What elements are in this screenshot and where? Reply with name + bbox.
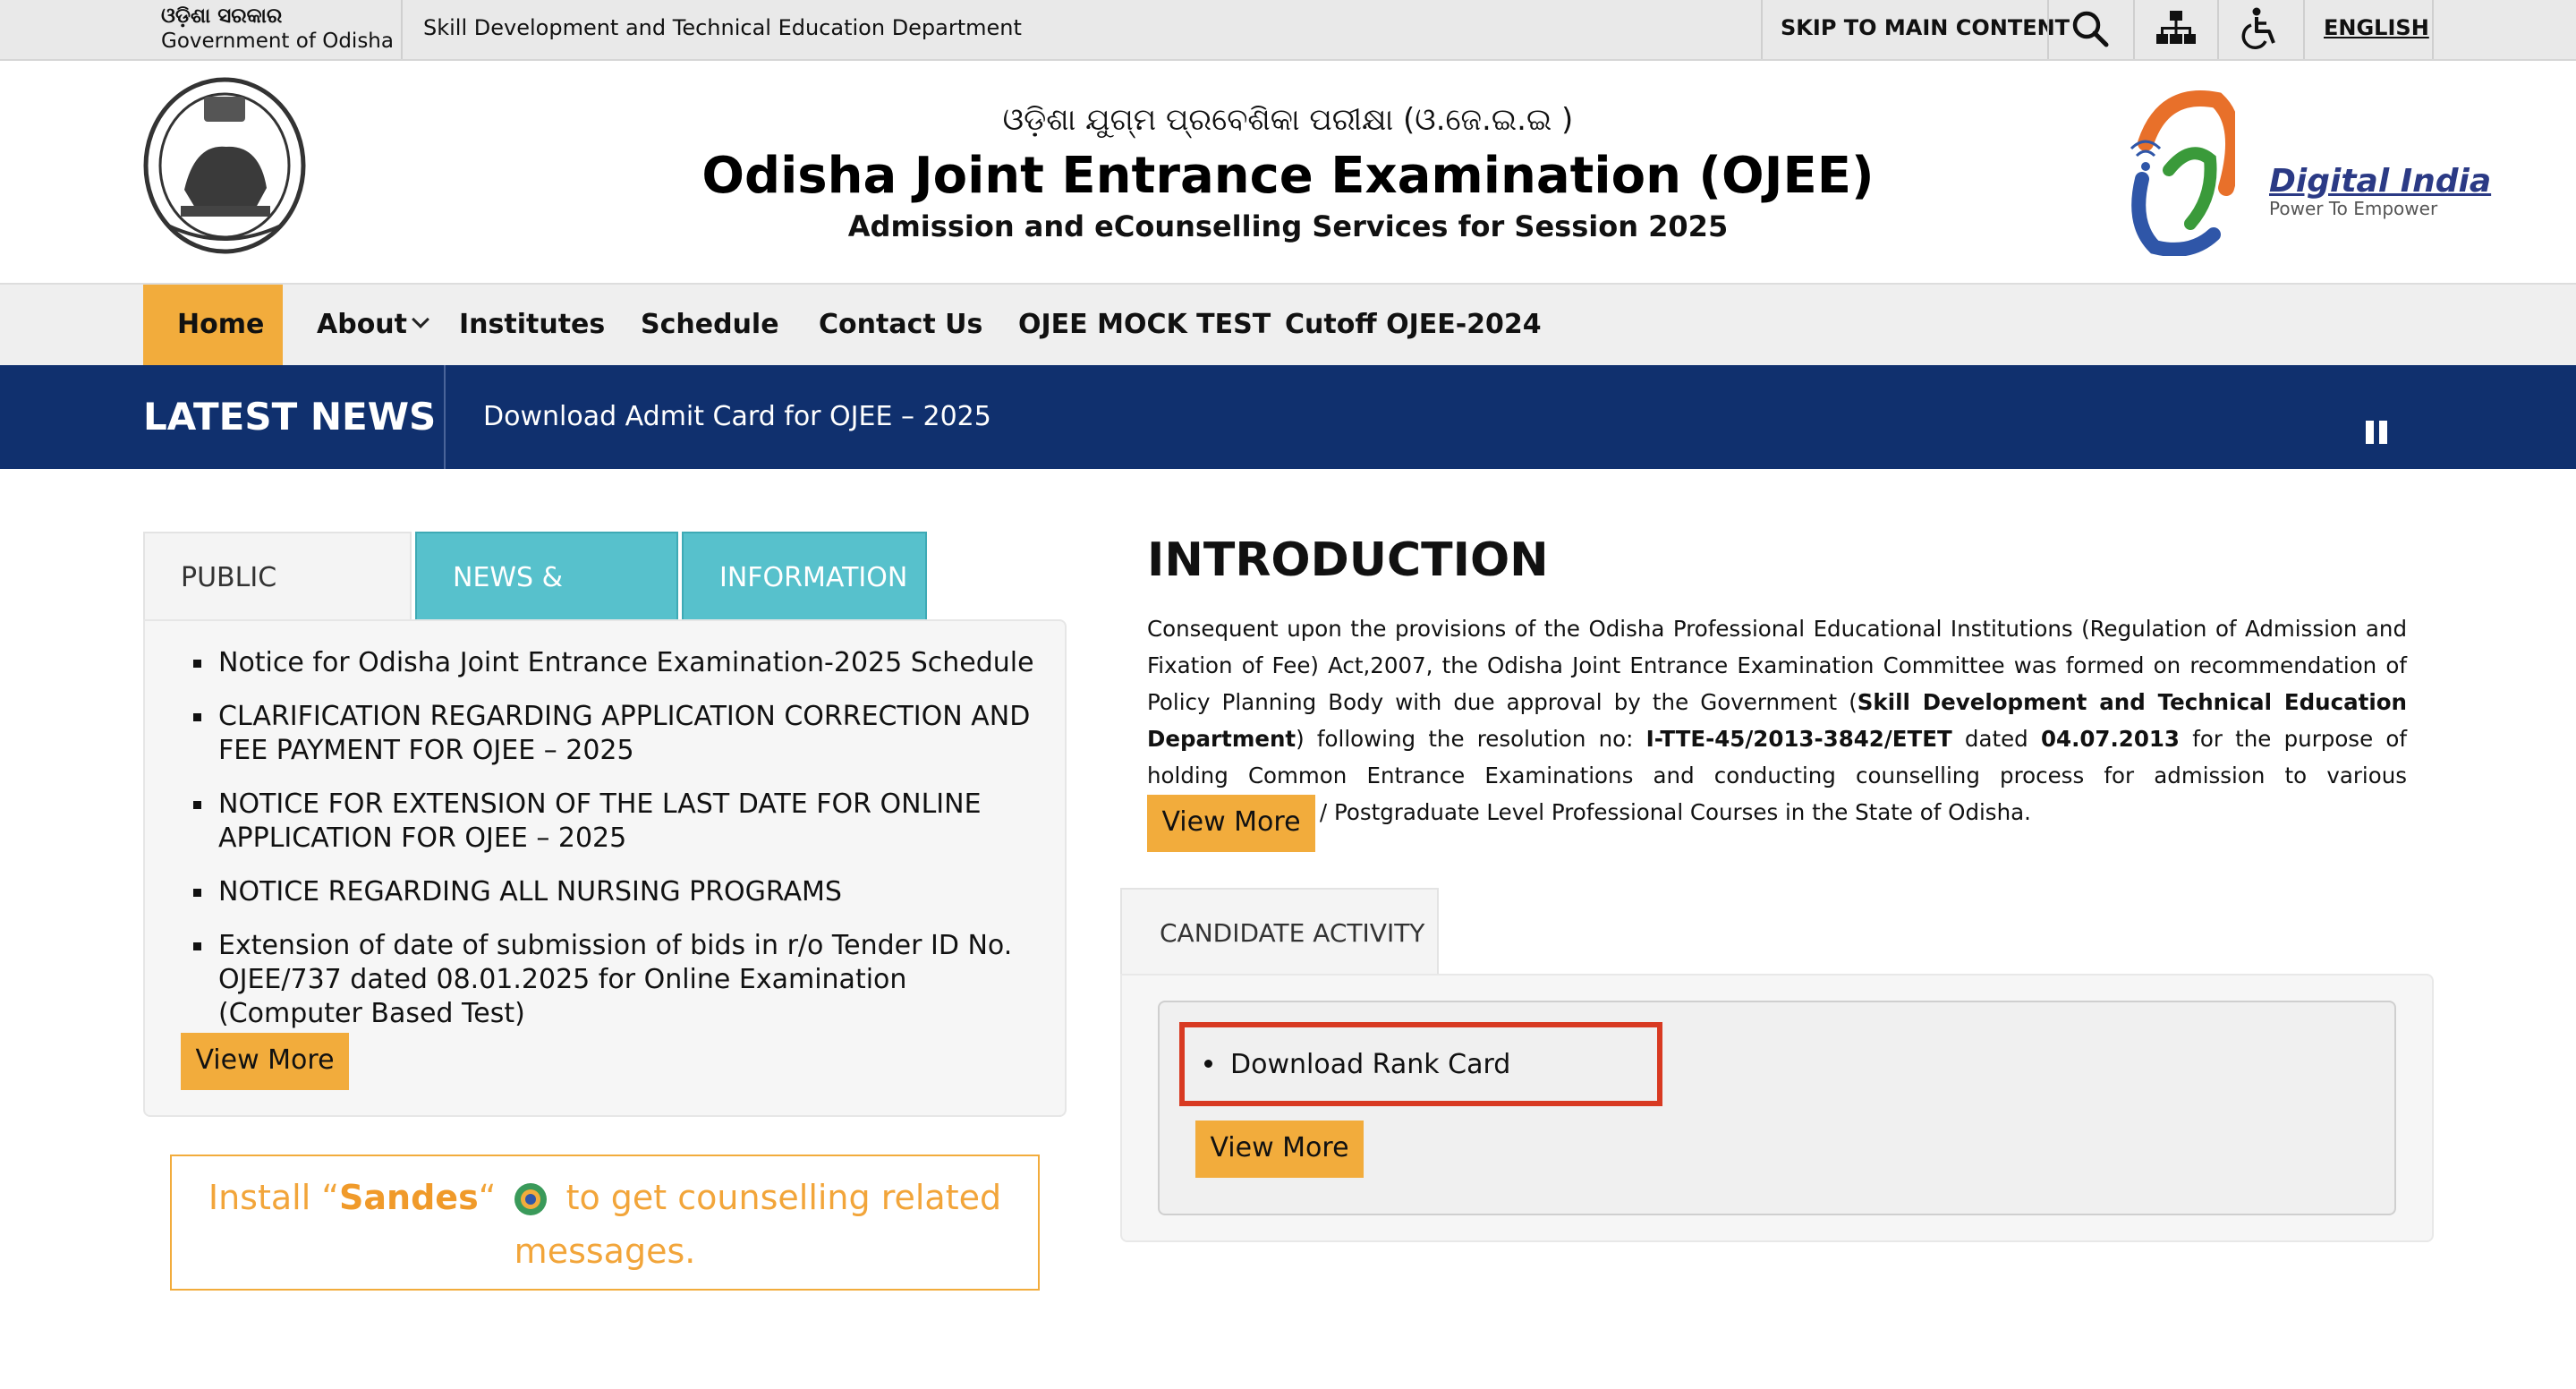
- chevron-down-icon: [412, 311, 429, 328]
- latest-news-label: LATEST NEWS: [143, 395, 437, 439]
- nav-item-ojee-mock-test[interactable]: OJEE MOCK TEST: [1018, 285, 1271, 365]
- divider: [2047, 0, 2049, 59]
- notice-item[interactable]: NOTICE FOR EXTENSION OF THE LAST DATE FO…: [193, 788, 1038, 856]
- sandes-text: to get counselling related: [565, 1178, 1002, 1217]
- language-link[interactable]: ENGLISH: [2324, 0, 2429, 59]
- digital-india-text: Digital India Power To Empower: [2269, 163, 2491, 219]
- tab-news-events[interactable]: NEWS & EVENTS: [415, 532, 678, 683]
- nav-item-contact-us[interactable]: Contact Us: [819, 285, 982, 365]
- notices-view-more-button[interactable]: View More: [181, 1033, 349, 1090]
- tab-information[interactable]: INFORMATION: [682, 532, 927, 621]
- candidate-view-more-button[interactable]: View More: [1195, 1121, 1364, 1178]
- notice-item[interactable]: CLARIFICATION REGARDING APPLICATION CORR…: [193, 700, 1038, 768]
- notice-list: Notice for Odisha Joint Entrance Examina…: [193, 646, 1038, 1051]
- gov-odia-label: ଓଡ଼ିଶା ସରକାର: [161, 4, 283, 28]
- intro-text-bold: I-TTE-45/2013-3842/ETET: [1645, 726, 1952, 752]
- introduction-text: Consequent upon the provisions of the Od…: [1147, 610, 2407, 831]
- notice-item[interactable]: Notice for Odisha Joint Entrance Examina…: [193, 646, 1038, 680]
- notice-item[interactable]: NOTICE REGARDING ALL NURSING PROGRAMS: [193, 875, 1038, 909]
- download-rank-card-link[interactable]: Download Rank Card: [1204, 1045, 1510, 1085]
- nav-item-about[interactable]: About: [317, 285, 429, 365]
- sitemap-icon[interactable]: [2153, 5, 2199, 52]
- latest-news-bar: LATEST NEWS Download Admit Card for OJEE…: [0, 365, 2576, 469]
- nav-item-cutoff-ojee-2024[interactable]: Cutoff OJEE-2024: [1285, 285, 1542, 365]
- sandes-promo-box: Install “Sandes“ to get counselling rela…: [170, 1155, 1040, 1291]
- top-utility-bar: ଓଡ଼ିଶା ସରକାର Government of Odisha Skill …: [0, 0, 2576, 61]
- pause-icon[interactable]: [2366, 421, 2389, 444]
- nav-item-about-label: About: [317, 309, 408, 340]
- latest-news-item[interactable]: Download Admit Card for OJEE – 2025: [483, 365, 991, 469]
- intro-view-more-button[interactable]: View More: [1147, 795, 1315, 852]
- divider: [2217, 0, 2219, 59]
- sandes-app-icon: [514, 1183, 548, 1215]
- nav-item-schedule[interactable]: Schedule: [641, 285, 779, 365]
- tab-public-notices[interactable]: PUBLIC NOTICES: [143, 532, 412, 683]
- digital-india-tagline: Power To Empower: [2269, 198, 2438, 219]
- introduction-heading: INTRODUCTION: [1147, 533, 1549, 587]
- divider: [2303, 0, 2305, 59]
- skip-to-main-content-link[interactable]: SKIP TO MAIN CONTENT: [1781, 0, 2070, 59]
- government-of-odisha: ଓଡ଼ିଶା ସରକାର Government of Odisha: [161, 4, 394, 54]
- divider: [1761, 0, 1763, 59]
- divider: [2133, 0, 2135, 59]
- intro-text-part: dated: [1951, 726, 2041, 752]
- accessibility-icon[interactable]: [2237, 5, 2283, 52]
- sandes-name: Sandes: [339, 1178, 479, 1217]
- nav-item-home[interactable]: Home: [143, 285, 283, 365]
- divider: [444, 365, 446, 469]
- tab-candidate-activity[interactable]: CANDIDATE ACTIVITY: [1120, 888, 1439, 976]
- sandes-text-line2: messages.: [514, 1231, 696, 1271]
- divider: [2432, 0, 2434, 59]
- digital-india-label: Digital India: [2269, 163, 2492, 200]
- main-navigation: Home About Institutes Schedule Contact U…: [0, 283, 2576, 365]
- bullet: [1204, 1060, 1212, 1068]
- digital-india-logo: [2130, 90, 2235, 256]
- search-icon[interactable]: [2067, 5, 2113, 52]
- download-rank-card-label: Download Rank Card: [1230, 1049, 1511, 1080]
- divider: [401, 0, 403, 59]
- intro-text-bold: 04.07.2013: [2040, 726, 2180, 752]
- nav-item-institutes[interactable]: Institutes: [459, 285, 605, 365]
- intro-text-part: ) following the resolution no:: [1296, 726, 1646, 752]
- sandes-prefix: Install “: [208, 1178, 340, 1217]
- gov-english-label: Government of Odisha: [161, 30, 394, 53]
- sandes-quote: “: [478, 1178, 497, 1217]
- notice-item[interactable]: Extension of date of submission of bids …: [193, 929, 1038, 1031]
- department-name: Skill Development and Technical Educatio…: [423, 15, 1022, 40]
